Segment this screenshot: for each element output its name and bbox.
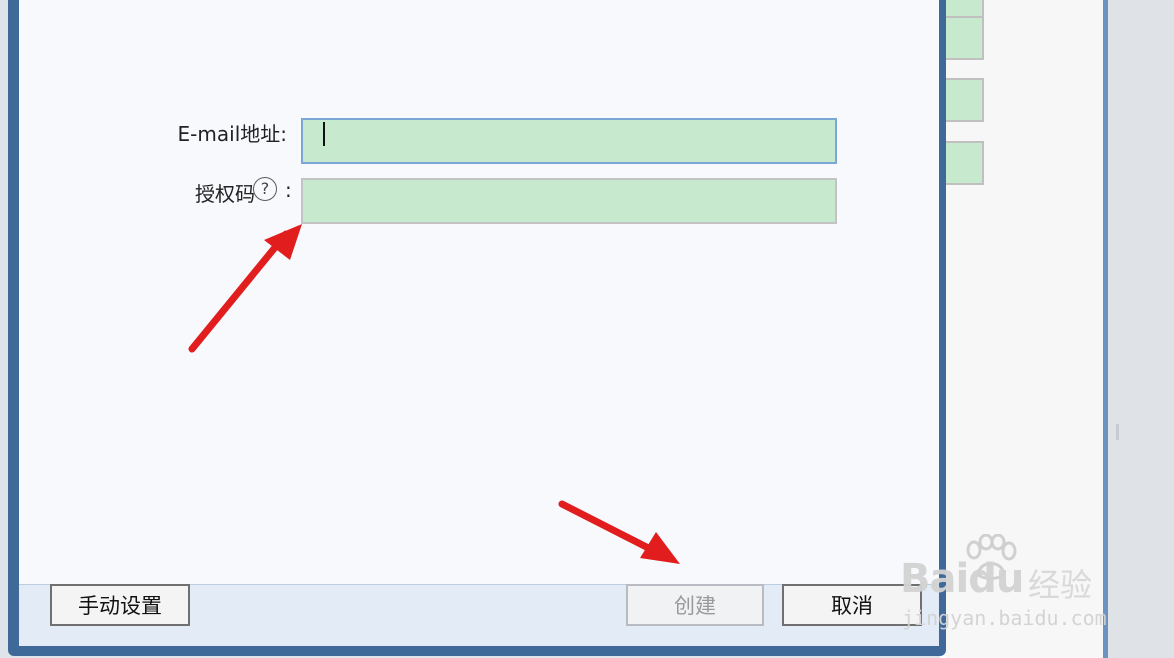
auth-code-label: 授权码 — [195, 182, 255, 206]
background-field — [946, 78, 984, 122]
auth-code-input[interactable] — [301, 178, 837, 224]
background-strip — [1108, 0, 1174, 658]
background-field — [946, 16, 984, 60]
email-label: E-mail地址: — [177, 122, 287, 146]
cancel-button[interactable]: 取消 — [782, 584, 922, 626]
help-question-icon[interactable]: ? — [253, 177, 277, 201]
background-field — [946, 141, 984, 185]
new-account-dialog: E-mail地址: 授权码 ? : 手动设置 创建 取消 — [8, 0, 946, 656]
text-caret — [323, 122, 325, 146]
auth-code-colon: : — [285, 178, 292, 202]
create-button[interactable]: 创建 — [626, 584, 764, 626]
dialog-content: E-mail地址: 授权码 ? : — [19, 0, 939, 584]
email-input[interactable] — [301, 118, 837, 164]
background-scroll-mark — [1116, 424, 1119, 440]
manual-setup-button[interactable]: 手动设置 — [50, 584, 190, 626]
